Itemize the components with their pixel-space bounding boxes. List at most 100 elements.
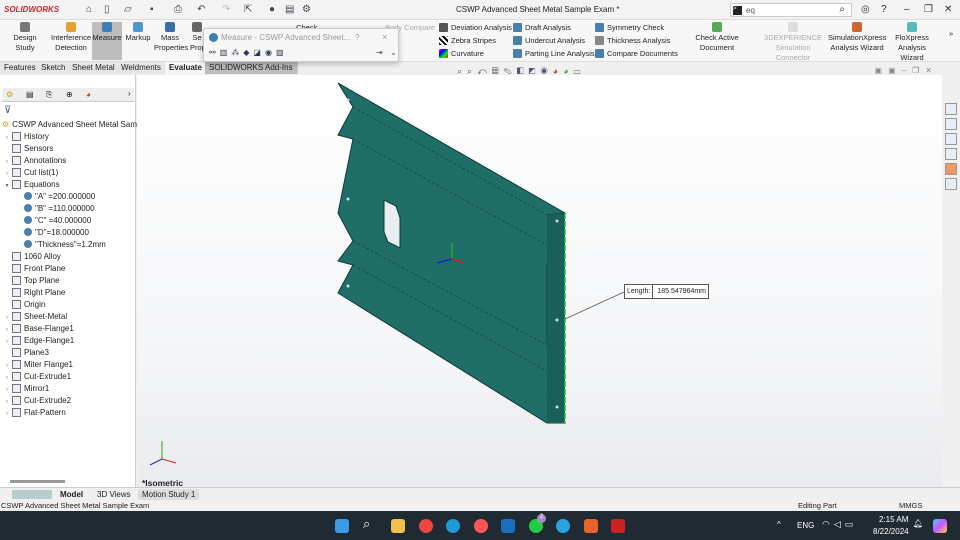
file-explorer-taskbar-icon[interactable] <box>391 519 405 533</box>
filter-icon[interactable]: ⊽ <box>4 105 11 116</box>
show-xyz-icon[interactable]: ⁂ <box>231 48 243 57</box>
chrome-icon[interactable] <box>419 519 433 533</box>
more-tabs-icon[interactable]: › <box>128 89 131 98</box>
feature-manager-tab-icon[interactable]: ⚙ <box>6 90 13 99</box>
notifications-icon[interactable]: 🔔︎ <box>913 519 923 528</box>
user-icon[interactable]: ◎ <box>861 4 870 15</box>
collapse-icon[interactable]: ▾ <box>2 182 12 189</box>
tab-solidworks-add-ins[interactable]: SOLIDWORKS Add-Ins <box>205 62 298 74</box>
view-palette-icon[interactable] <box>945 148 957 160</box>
link-view-icon[interactable]: ▣ <box>888 66 902 75</box>
search-input[interactable]: > eq ⌕ <box>730 3 852 17</box>
tree-item[interactable]: "D"=18.000000 <box>24 228 89 237</box>
clock-time[interactable]: 2:15 AM <box>879 515 908 524</box>
design-library-icon[interactable] <box>945 118 957 130</box>
split-view-icon[interactable]: ▣ <box>875 66 889 75</box>
copilot-icon[interactable] <box>933 519 947 533</box>
appearances-icon[interactable] <box>945 163 957 175</box>
network-sound-battery-icons[interactable]: ◠◁▭ <box>822 519 857 530</box>
tab-weldments[interactable]: Weldments <box>117 62 166 74</box>
matlab-icon[interactable] <box>584 519 598 533</box>
design-study-button[interactable]: Design Study <box>3 22 47 53</box>
simulationxpress-button[interactable]: SimulationXpress Analysis Wizard <box>828 22 886 53</box>
select-icon[interactable]: ⇱ <box>244 4 252 15</box>
curvature-button[interactable]: Curvature <box>439 49 484 58</box>
restore-button[interactable]: ❐ <box>924 4 933 15</box>
tree-item[interactable]: Plane3 <box>2 348 49 357</box>
tab-features[interactable]: Features <box>0 62 41 74</box>
zebra-stripes-button[interactable]: Zebra Stripes <box>439 36 496 45</box>
deviation-analysis-button[interactable]: Deviation Analysis <box>439 23 512 32</box>
dimxpert-tab-icon[interactable]: ⊕ <box>66 90 73 99</box>
close-dialog-button[interactable]: × <box>382 32 387 42</box>
tree-item[interactable]: Top Plane <box>2 276 60 285</box>
start-icon[interactable] <box>335 519 349 533</box>
tree-item[interactable]: Right Plane <box>2 288 65 297</box>
home-icon[interactable]: ⌂ <box>86 4 92 15</box>
expand-icon[interactable]: › <box>2 135 12 141</box>
language-indicator[interactable]: ENG <box>797 521 814 530</box>
viewport-close-icon[interactable]: ✕ <box>925 66 938 75</box>
thickness-analysis-button[interactable]: Thickness Analysis <box>595 36 670 45</box>
compare-documents-button[interactable]: Compare Documents <box>595 49 678 58</box>
tree-item[interactable]: › Base-Flange1 <box>2 324 74 333</box>
minimize-button[interactable]: – <box>904 4 910 15</box>
redo-icon[interactable]: ↷ <box>222 4 230 15</box>
draft-analysis-button[interactable]: Draft Analysis <box>513 23 571 32</box>
tree-item[interactable]: › Miter Flange1 <box>2 360 73 369</box>
expand-icon[interactable]: › <box>2 411 12 417</box>
graphics-area[interactable]: ⌕⌕↶▦✎◧◩◉◕◕▭ ▣▣–❐✕ Length: 185.547964mm *… <box>137 66 942 488</box>
tab-sheet-metal[interactable]: Sheet Metal <box>68 62 120 74</box>
parting-line-analysis-button[interactable]: Parting Line Analysis <box>513 49 595 58</box>
check-active-document-button[interactable]: Check Active Document <box>678 22 756 53</box>
expand-icon[interactable]: › <box>2 399 12 405</box>
search-icon[interactable]: ⌕ <box>839 4 845 15</box>
mass-properties-button[interactable]: Mass Properties <box>154 22 188 53</box>
file-properties-icon[interactable]: ▤ <box>285 4 294 15</box>
unit-system[interactable]: MMGS <box>899 501 922 510</box>
tree-item[interactable]: › Cut-Extrude2 <box>2 396 71 405</box>
configuration-manager-tab-icon[interactable]: ⎘ <box>46 90 52 100</box>
outlook-icon[interactable] <box>501 519 515 533</box>
expand-icon[interactable]: ⌄ <box>390 48 397 57</box>
markup-button[interactable]: Markup <box>124 22 152 43</box>
point-to-point-icon[interactable]: ◆ <box>243 48 253 57</box>
undercut-analysis-button[interactable]: Undercut Analysis <box>513 36 585 45</box>
arc-circle-icon[interactable]: ⚯ <box>209 48 220 57</box>
tab-3d-views[interactable]: 3D Views <box>97 490 131 499</box>
tree-item[interactable]: ▾ Equations <box>2 180 60 189</box>
expand-ribbon-icon[interactable]: » <box>949 29 953 38</box>
tree-item[interactable]: 1060 Alloy <box>2 252 61 261</box>
tree-item[interactable]: › Cut list(1) <box>2 168 58 177</box>
solidworks-resources-icon[interactable] <box>945 103 957 115</box>
undo-icon[interactable]: ↶ <box>197 4 205 15</box>
expand-icon[interactable]: › <box>2 159 12 165</box>
tab-evaluate[interactable]: Evaluate <box>165 62 207 74</box>
new-file-icon[interactable]: ▯ <box>104 4 110 15</box>
tree-root[interactable]: ⚙ CSWP Advanced Sheet Metal Sample <box>2 120 148 129</box>
viewport-restore-icon[interactable]: ❐ <box>912 66 925 75</box>
telegram-icon[interactable] <box>556 519 570 533</box>
tab-model[interactable]: Model <box>60 490 83 499</box>
tree-item[interactable]: "C" =40.000000 <box>24 216 91 225</box>
tree-item[interactable]: › Cut-Extrude1 <box>2 372 71 381</box>
solidworks-taskbar-icon[interactable] <box>611 519 625 533</box>
section-properties-button[interactable]: Se Prop <box>190 22 206 53</box>
expand-icon[interactable]: › <box>2 327 12 333</box>
print-icon[interactable]: ⎙ <box>174 4 182 15</box>
projection-icon[interactable]: ◪ <box>253 48 265 57</box>
tree-item[interactable]: › History <box>2 132 49 141</box>
expand-icon[interactable]: › <box>2 315 12 321</box>
rebuild-icon[interactable]: ● <box>269 4 275 15</box>
tree-item[interactable]: › Mirror1 <box>2 384 49 393</box>
tree-item[interactable]: "A" =200.000000 <box>24 192 95 201</box>
tree-item[interactable]: Origin <box>2 300 45 309</box>
expand-icon[interactable]: › <box>2 339 12 345</box>
close-button[interactable]: ✕ <box>944 4 952 15</box>
simulation-connector-button[interactable]: 3DEXPERIENCE Simulation Connector <box>758 22 828 63</box>
expand-icon[interactable]: › <box>2 171 12 177</box>
floxpress-button[interactable]: FloXpress Analysis Wizard <box>886 22 938 63</box>
measure-button[interactable]: Measure <box>92 22 122 60</box>
property-manager-tab-icon[interactable]: ▤ <box>26 90 34 99</box>
measure-callout[interactable]: Length: 185.547964mm <box>624 284 710 299</box>
